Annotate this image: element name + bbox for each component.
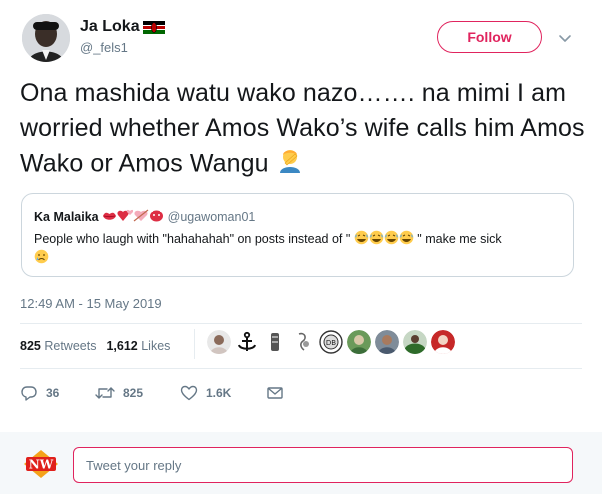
ogre-icon bbox=[149, 209, 164, 225]
quoted-author-name: Ka Malaika bbox=[34, 210, 99, 224]
heart-arrow-icon bbox=[133, 209, 149, 225]
reply-action[interactable]: 36 bbox=[20, 384, 95, 402]
liker-avatar-8[interactable] bbox=[403, 330, 427, 354]
likes-stat[interactable]: 1,612 Likes bbox=[106, 339, 170, 353]
svg-text:DB: DB bbox=[326, 339, 336, 347]
chevron-down-icon[interactable] bbox=[556, 29, 574, 47]
tears-of-joy-icon bbox=[399, 230, 414, 249]
revolving-hearts-icon bbox=[117, 209, 133, 225]
retweet-count: 825 bbox=[123, 386, 144, 400]
quoted-author-handle: @ugawoman01 bbox=[167, 210, 256, 224]
tweet-timestamp[interactable]: 12:49 AM - 15 May 2019 bbox=[20, 296, 162, 311]
tears-of-joy-icon bbox=[354, 230, 369, 249]
tears-of-joy-icon bbox=[369, 230, 384, 249]
user-avatar-icon bbox=[22, 14, 70, 62]
likers-avatars: DB bbox=[207, 330, 455, 354]
envelope-icon bbox=[267, 387, 283, 399]
like-count: 1.6K bbox=[206, 386, 232, 400]
reply-count: 36 bbox=[46, 386, 60, 400]
retweet-action[interactable]: 825 bbox=[95, 384, 180, 402]
quoted-tweet[interactable]: Ka Malaika @ugawoman01 People who laugh … bbox=[21, 193, 574, 277]
liker-avatar-1[interactable] bbox=[207, 330, 231, 354]
reply-icon bbox=[21, 386, 37, 401]
liker-avatar-9[interactable] bbox=[431, 330, 455, 354]
liker-avatar-6[interactable] bbox=[347, 330, 371, 354]
retweet-icon bbox=[95, 387, 115, 399]
anchor-icon[interactable] bbox=[235, 330, 259, 354]
heart-icon bbox=[180, 385, 198, 401]
divider bbox=[20, 368, 582, 369]
tweet-text: Ona mashida watu wako nazo……. na mimi I … bbox=[20, 76, 590, 184]
liker-avatar-7[interactable] bbox=[375, 330, 399, 354]
retweets-count: 825 bbox=[20, 339, 41, 353]
author-avatar[interactable] bbox=[22, 14, 70, 62]
author-name-row[interactable]: Ja Loka bbox=[80, 18, 165, 36]
author-name[interactable]: Ja Loka bbox=[80, 18, 140, 36]
author-handle[interactable]: @_fels1 bbox=[80, 40, 128, 55]
retweets-label: Retweets bbox=[44, 339, 97, 353]
likes-count: 1,612 bbox=[106, 339, 138, 353]
crying-face-icon bbox=[34, 249, 49, 268]
like-action[interactable]: 1.6K bbox=[180, 384, 266, 402]
kiss-mark-icon bbox=[102, 210, 117, 225]
retweets-stat[interactable]: 825 Retweets bbox=[20, 339, 96, 353]
quoted-text-before: People who laugh with "hahahahah" on pos… bbox=[34, 231, 351, 246]
person-facepalming-icon bbox=[276, 146, 304, 184]
quoted-header: Ka Malaika @ugawoman01 bbox=[34, 209, 255, 225]
reply-input[interactable]: Tweet your reply bbox=[73, 447, 573, 483]
stats-separator bbox=[194, 329, 195, 359]
quoted-text: People who laugh with "hahahahah" on pos… bbox=[34, 230, 564, 268]
follow-button[interactable]: Follow bbox=[437, 21, 542, 53]
direct-message-action[interactable] bbox=[266, 384, 284, 402]
liker-avatar-5[interactable]: DB bbox=[319, 330, 343, 354]
liker-avatar-3[interactable] bbox=[263, 330, 287, 354]
quoted-text-after: " make me sick bbox=[417, 231, 502, 246]
reply-logo-text: NW bbox=[29, 458, 54, 472]
divider bbox=[20, 323, 582, 324]
tweet-actions: 36 825 1.6K bbox=[20, 384, 284, 402]
tears-of-joy-icon bbox=[384, 230, 399, 249]
liker-avatar-4[interactable] bbox=[291, 330, 315, 354]
nw-logo-icon: NW bbox=[23, 449, 59, 479]
tweet-stats: 825 Retweets 1,612 Likes bbox=[20, 339, 170, 353]
likes-label: Likes bbox=[141, 339, 171, 353]
reply-placeholder: Tweet your reply bbox=[86, 457, 182, 473]
kenya-flag-icon bbox=[142, 20, 165, 34]
